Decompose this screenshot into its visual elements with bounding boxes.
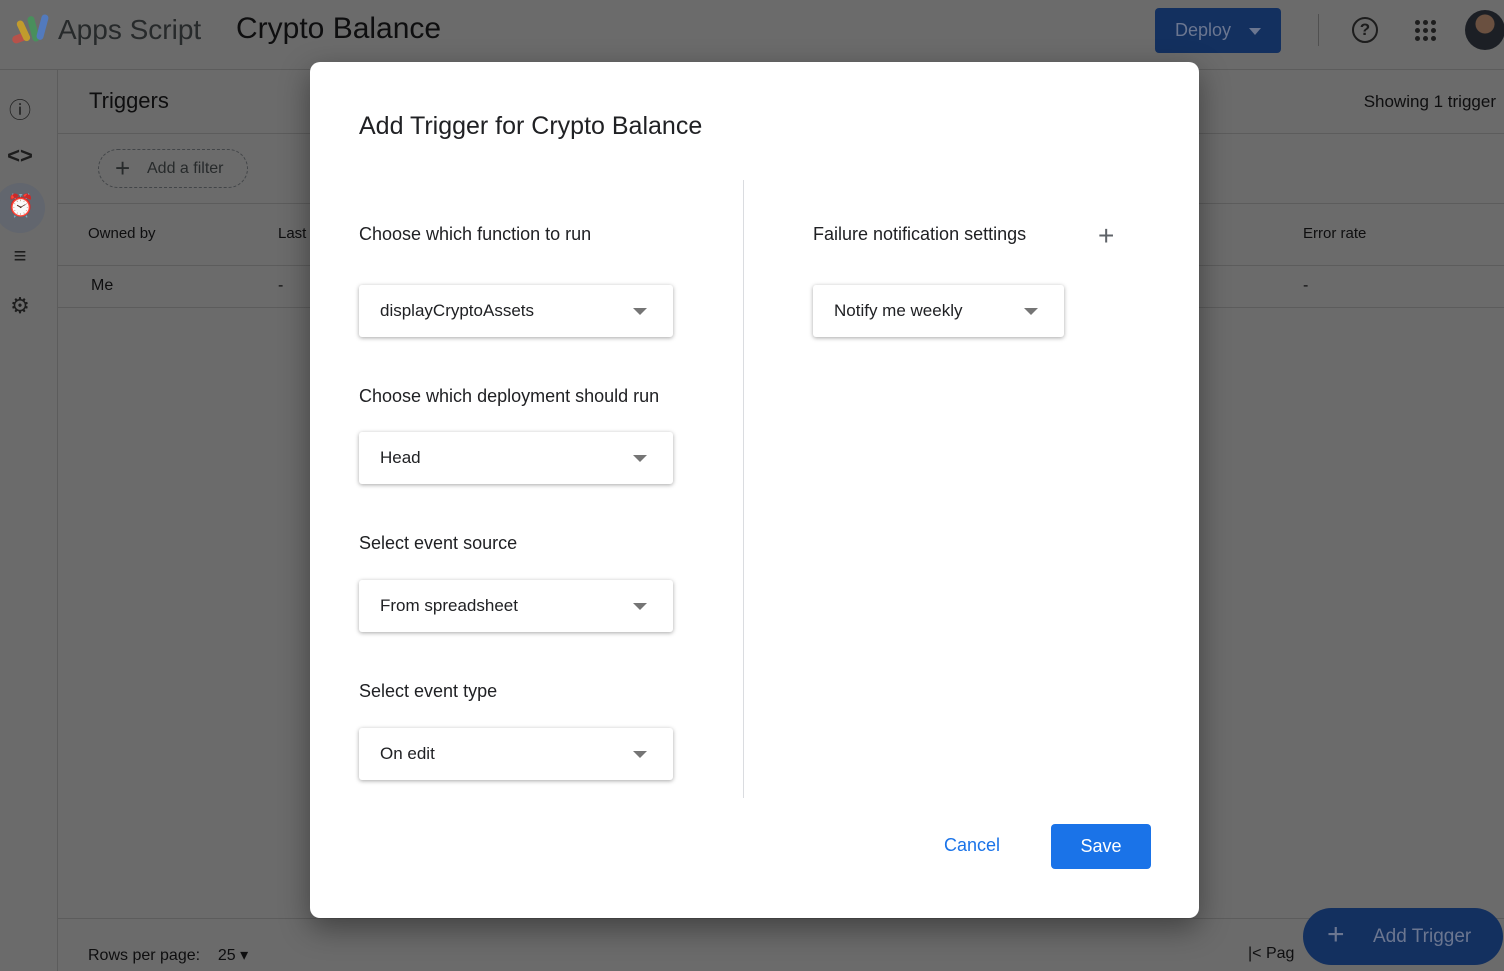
help-icon[interactable]: ?	[1352, 17, 1378, 43]
failure-notification-label: Failure notification settings	[813, 224, 1027, 244]
event-type-select[interactable]: On edit	[359, 728, 673, 780]
first-page-icon[interactable]: |<	[1248, 945, 1262, 962]
add-filter-button[interactable]: + Add a filter	[98, 149, 248, 188]
dropdown-arrow-icon	[633, 603, 647, 617]
add-trigger-dialog: Add Trigger for Crypto Balance Choose wh…	[310, 62, 1199, 918]
event-source-select[interactable]: From spreadsheet	[359, 580, 673, 632]
triggers-clock-icon[interactable]: ⏰	[7, 193, 34, 219]
event-source-value: From spreadsheet	[380, 596, 518, 615]
column-owned-by[interactable]: Owned by	[88, 225, 156, 242]
add-notification-plus-icon[interactable]: +	[1098, 220, 1114, 252]
column-divider	[743, 180, 744, 798]
rows-per-page: Rows per page: 25 ▾	[88, 947, 249, 964]
dialog-title: Add Trigger for Crypto Balance	[359, 112, 703, 140]
apps-grid-icon[interactable]	[1415, 20, 1436, 41]
plus-icon: +	[115, 153, 131, 183]
dropdown-arrow-icon	[633, 751, 647, 765]
deployment-value: Head	[380, 448, 421, 467]
add-filter-label: Add a filter	[147, 160, 224, 177]
column-error-rate[interactable]: Error rate	[1303, 225, 1366, 242]
row-owner: Me	[91, 277, 114, 294]
dropdown-arrow-icon	[1024, 308, 1038, 322]
failure-notification-value: Notify me weekly	[834, 301, 963, 320]
rows-per-page-select[interactable]: 25	[218, 947, 236, 964]
executions-icon[interactable]: ≡	[7, 243, 33, 269]
divider	[1318, 14, 1319, 46]
project-name[interactable]: Crypto Balance	[236, 12, 441, 46]
column-last-run[interactable]: Last	[278, 225, 306, 242]
caret-down-icon	[1249, 28, 1261, 41]
deployment-label: Choose which deployment should run	[359, 386, 660, 406]
event-type-label: Select event type	[359, 681, 498, 701]
cancel-button[interactable]: Cancel	[944, 835, 1000, 856]
apps-script-logo	[12, 14, 49, 44]
deploy-button[interactable]: Deploy	[1155, 8, 1281, 53]
deploy-label: Deploy	[1175, 20, 1232, 40]
page-title: Triggers	[89, 88, 169, 113]
add-trigger-button[interactable]: + Add Trigger	[1303, 908, 1503, 965]
top-bar: Apps Script Crypto Balance Deploy ?	[0, 0, 1504, 70]
dropdown-arrow-icon	[633, 308, 647, 322]
avatar[interactable]	[1465, 10, 1504, 50]
function-value: displayCryptoAssets	[380, 301, 535, 320]
event-type-value: On edit	[380, 744, 435, 763]
page-label: Pag	[1265, 945, 1295, 962]
failure-notification-select[interactable]: Notify me weekly	[813, 285, 1064, 337]
side-rail: ⓘ <> ⏰ ≡ ⚙	[0, 70, 58, 971]
rows-per-page-label: Rows per page:	[88, 947, 201, 964]
save-button[interactable]: Save	[1051, 824, 1151, 869]
settings-gear-icon[interactable]: ⚙	[7, 293, 33, 319]
add-trigger-label: Add Trigger	[1373, 926, 1472, 947]
row-last-run: -	[278, 277, 284, 294]
deployment-select[interactable]: Head	[359, 432, 673, 484]
trigger-count: Showing 1 trigger	[1363, 92, 1496, 111]
plus-icon: +	[1327, 918, 1345, 951]
function-select[interactable]: displayCryptoAssets	[359, 285, 673, 337]
info-icon[interactable]: ⓘ	[7, 93, 33, 123]
pagination: |< Pag	[1248, 945, 1294, 963]
code-icon[interactable]: <>	[7, 143, 33, 169]
app-name[interactable]: Apps Script	[58, 14, 201, 46]
event-source-label: Select event source	[359, 533, 518, 553]
function-label: Choose which function to run	[359, 224, 592, 244]
dropdown-arrow-icon	[633, 455, 647, 469]
row-error-rate: -	[1303, 277, 1309, 294]
